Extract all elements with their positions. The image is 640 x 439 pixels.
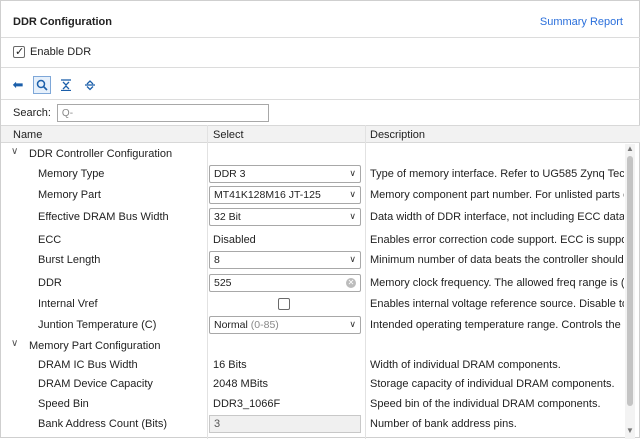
select-value: Normal	[214, 319, 248, 331]
table-row: Burst Length 8 ∨ Minimum number of data b…	[1, 250, 624, 270]
memory-part-select[interactable]: MT41K128M16 JT-125 ∨	[209, 186, 361, 204]
select-value: 32 Bit	[214, 211, 241, 223]
col-name-header[interactable]: Name	[13, 129, 42, 141]
burst-length-select[interactable]: 8 ∨	[209, 251, 361, 269]
table-row: Effective DRAM Bus Width 32 Bit ∨ Data wi…	[1, 207, 624, 227]
search-placeholder: Q-	[61, 107, 74, 119]
row-value: 2048 MBits	[213, 378, 269, 390]
divider	[1, 37, 640, 38]
row-description: Number of bank address pins.	[370, 418, 517, 430]
ecc-value: Disabled	[213, 234, 256, 246]
ddr-config-panel: DDR Configuration Summary Report Enable …	[0, 0, 640, 439]
row-name: Internal Vref	[38, 298, 98, 310]
row-name: DRAM IC Bus Width	[38, 359, 138, 371]
col-description-header[interactable]: Description	[370, 129, 425, 141]
table-row: ECC Disabled Enables error correction co…	[1, 230, 624, 250]
enable-ddr-label: Enable DDR	[30, 46, 92, 58]
panel-header: DDR Configuration Summary Report	[1, 1, 640, 41]
search-input[interactable]: Q-	[56, 104, 269, 122]
enable-ddr-checkbox[interactable]	[13, 45, 25, 58]
table-row: Bank Address Count (Bits) 3 Number of ba…	[1, 414, 624, 434]
row-description: Enables internal voltage reference sourc…	[370, 298, 624, 310]
table-row: Memory Part MT41K128M16 JT-125 ∨ Memory c…	[1, 185, 624, 205]
select-value: DDR 3	[214, 168, 246, 180]
scroll-down-icon[interactable]: ▼	[626, 426, 634, 435]
enable-ddr-option[interactable]: Enable DDR	[13, 45, 92, 58]
row-name: DRAM Device Capacity	[38, 378, 153, 390]
row-description: Width of individual DRAM components.	[370, 359, 561, 371]
scrollbar-thumb[interactable]	[627, 156, 633, 406]
select-hint: (0-85)	[250, 319, 279, 331]
row-description: Type of memory interface. Refer to UG585…	[370, 168, 624, 180]
input-value: 525	[214, 277, 232, 289]
collapse-all-icon[interactable]	[57, 76, 75, 94]
section-memory-part[interactable]: ∨ Memory Part Configuration	[1, 336, 624, 356]
chevron-down-icon: ∨	[349, 319, 356, 329]
row-description: Enables error correction code support. E…	[370, 234, 624, 246]
row-value: DDR3_1066F	[213, 398, 281, 410]
row-description: Speed bin of the individual DRAM compone…	[370, 398, 601, 410]
row-description: Data width of DDR interface, not includi…	[370, 211, 624, 223]
internal-vref-checkbox[interactable]	[278, 298, 290, 310]
back-icon[interactable]: ⬅	[9, 76, 27, 94]
bank-address-field: 3	[209, 415, 361, 433]
row-name: Memory Type	[38, 168, 105, 180]
scroll-up-icon[interactable]: ▲	[626, 144, 634, 153]
row-name: Burst Length	[38, 254, 101, 266]
search-label: Search:	[13, 107, 51, 119]
table-row: DDR 525 ✕ Memory clock frequency. The all…	[1, 273, 624, 293]
row-name: Memory Part	[38, 189, 101, 201]
table-row: DRAM IC Bus Width 16 Bits Width of indiv…	[1, 355, 624, 375]
row-name: Effective DRAM Bus Width	[38, 211, 169, 223]
row-name: Speed Bin	[38, 398, 89, 410]
row-name: DDR	[38, 277, 62, 289]
row-description: Storage capacity of individual DRAM comp…	[370, 378, 615, 390]
vertical-scrollbar[interactable]: ▲ ▼	[625, 144, 635, 439]
row-description: Minimum number of data beats the control…	[370, 254, 624, 266]
page-title: DDR Configuration	[13, 16, 112, 28]
row-name: Juntion Temperature (C)	[38, 319, 157, 331]
divider	[1, 99, 640, 100]
chevron-down-icon[interactable]: ∨	[11, 338, 18, 349]
select-value: MT41K128M16 JT-125	[214, 189, 321, 201]
table-row: Internal Vref Enables internal voltage r…	[1, 294, 624, 314]
chevron-down-icon: ∨	[349, 168, 356, 178]
chevron-down-icon[interactable]: ∨	[11, 146, 18, 157]
table-row: Juntion Temperature (C) Normal (0-85) ∨ I…	[1, 315, 624, 335]
row-value: 16 Bits	[213, 359, 247, 371]
table-row: DRAM Device Capacity 2048 MBits Storage …	[1, 374, 624, 394]
row-description: Memory component part number. For unlist…	[370, 189, 624, 201]
divider	[1, 67, 640, 68]
section-label: Memory Part Configuration	[29, 340, 161, 352]
table-row: Speed Bin DDR3_1066F Speed bin of the in…	[1, 394, 624, 414]
chevron-down-icon: ∨	[349, 211, 356, 221]
chevron-down-icon: ∨	[349, 254, 356, 264]
row-name: Bank Address Count (Bits)	[38, 418, 168, 430]
col-select-header[interactable]: Select	[213, 129, 244, 141]
row-description: Intended operating temperature range. Co…	[370, 319, 624, 331]
row-value: 3	[214, 418, 221, 430]
section-ddr-controller[interactable]: ∨ DDR Controller Configuration	[1, 144, 624, 164]
chevron-down-icon: ∨	[349, 189, 356, 199]
table-header: Name Select Description	[1, 125, 640, 143]
summary-report-link[interactable]: Summary Report	[540, 16, 623, 28]
ddr-frequency-input[interactable]: 525 ✕	[209, 274, 361, 292]
table-row: Memory Type DDR 3 ∨ Type of memory interf…	[1, 164, 624, 184]
memory-type-select[interactable]: DDR 3 ∨	[209, 165, 361, 183]
row-description: Memory clock frequency. The allowed freq…	[370, 277, 624, 289]
search-row: Search: Q-	[13, 104, 269, 122]
clear-icon[interactable]: ✕	[346, 278, 356, 288]
bus-width-select[interactable]: 32 Bit ∨	[209, 208, 361, 226]
toolbar: ⬅	[9, 76, 99, 94]
search-icon[interactable]	[33, 76, 51, 94]
row-name: ECC	[38, 234, 62, 246]
expand-all-icon[interactable]	[81, 76, 99, 94]
section-label: DDR Controller Configuration	[29, 148, 173, 160]
junction-temperature-select[interactable]: Normal (0-85) ∨	[209, 316, 361, 334]
select-value: 8	[214, 254, 220, 266]
